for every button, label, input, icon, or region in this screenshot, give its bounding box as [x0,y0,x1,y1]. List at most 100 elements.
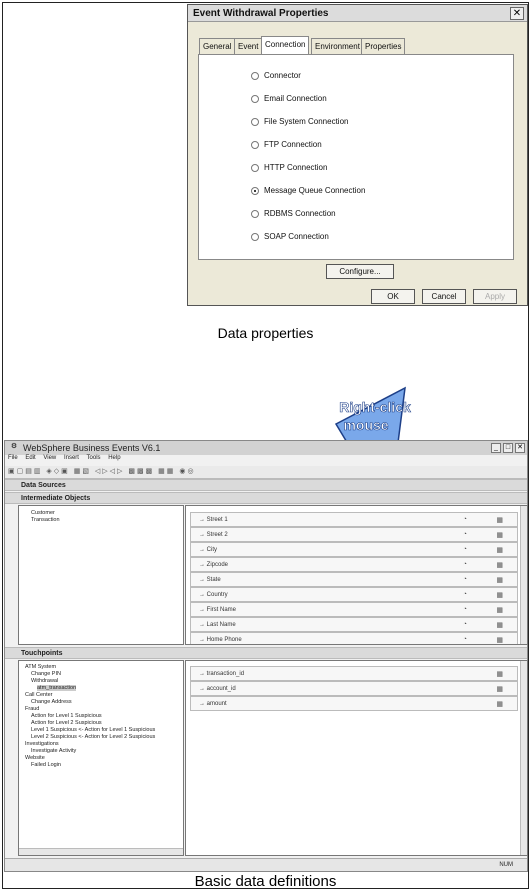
menu-file[interactable]: File [8,455,18,461]
tab-connection[interactable]: Connection [261,36,310,55]
cancel-button[interactable]: Cancel [422,289,466,304]
section-touchpoints[interactable]: Touchpoints [5,647,527,659]
tree-item[interactable]: Level 1 Suspicious <- Action for Level 1… [31,727,155,733]
menu-help[interactable]: Help [108,455,120,461]
menu-view[interactable]: View [43,455,56,461]
vertical-scrollbar[interactable] [520,506,527,644]
radio-soap-connection[interactable]: SOAP Connection [251,232,329,241]
radio-rdbms-connection[interactable]: RDBMS Connection [251,209,336,218]
radio-http-connection[interactable]: HTTP Connection [251,163,327,172]
tree-item[interactable]: Action for Level 2 Suspicious [31,720,102,726]
radio-button[interactable] [251,94,259,103]
tree-item[interactable]: Investigate Activity [31,748,76,754]
radio-message-queue-connection[interactable]: Message Queue Connection [251,186,365,195]
close-icon[interactable]: ✕ [515,443,525,453]
maximize-icon[interactable]: □ [503,443,513,453]
radio-button[interactable] [251,209,259,218]
configure-button[interactable]: Configure... [326,264,394,279]
field-label: Street 2 [206,532,228,538]
field-row[interactable]: → account_id ▦ [190,681,518,696]
edit-icon[interactable]: ◔ [463,531,467,538]
field-row[interactable]: → Street 2 ◔ ▦ [190,527,518,542]
radio-email-connection[interactable]: Email Connection [251,94,327,103]
tab-environment[interactable]: Environment [311,38,364,54]
section-data-sources[interactable]: Data Sources [5,479,527,491]
tree-item-selected[interactable]: atm_transaction [37,685,77,691]
radio-ftp-connection[interactable]: FTP Connection [251,140,322,149]
window-title: WebSphere Business Events V6.1 [5,441,527,455]
close-icon[interactable]: ✕ [510,7,524,20]
tree-item[interactable]: Change PIN [31,671,61,677]
field-row[interactable]: → Zipcode ◔ ▦ [190,557,518,572]
table-icon[interactable]: ▦ [496,561,503,569]
edit-icon[interactable]: ◔ [463,636,467,643]
tree-item[interactable]: Investigations [25,741,59,747]
radio-button[interactable] [251,117,259,126]
radio-button[interactable] [251,71,259,80]
menu-edit[interactable]: Edit [25,455,35,461]
table-icon[interactable]: ▦ [496,700,503,708]
table-icon[interactable]: ▦ [496,606,503,614]
field-label: Country [206,592,228,598]
field-row[interactable]: → Home Phone ◔ ▦ [190,632,518,644]
menu-insert[interactable]: Insert [64,455,79,461]
edit-icon[interactable]: ◔ [463,576,467,583]
edit-icon[interactable]: ◔ [463,591,467,598]
tree-item[interactable]: Website [25,755,45,761]
radio-button-selected[interactable] [251,186,259,195]
field-arrow-icon: → [199,637,207,643]
radio-button[interactable] [251,232,259,241]
radio-label: Message Queue Connection [264,186,366,195]
tab-event[interactable]: Event [234,38,263,54]
radio-button[interactable] [251,163,259,172]
tree-item[interactable]: Fraud [25,706,39,712]
field-row[interactable]: → City ◔ ▦ [190,542,518,557]
menu-bar: File Edit View Insert Tools Help [5,455,527,465]
radio-button[interactable] [251,140,259,149]
horizontal-scrollbar[interactable] [19,848,183,855]
table-icon[interactable]: ▦ [496,516,503,524]
radio-file-system-connection[interactable]: File System Connection [251,117,348,126]
tree-item-transaction[interactable]: Transaction [31,517,60,523]
tree-item[interactable]: Call Center [25,692,53,698]
field-row[interactable]: → Country ◔ ▦ [190,587,518,602]
table-icon[interactable]: ▦ [496,636,503,644]
field-row[interactable]: → Last Name ◔ ▦ [190,617,518,632]
menu-tools[interactable]: Tools [87,455,101,461]
field-label: Street 1 [206,517,228,523]
field-row[interactable]: → amount ▦ [190,696,518,711]
tree-item[interactable]: Withdrawal [31,678,58,684]
tab-general[interactable]: General [199,38,236,54]
tree-item-customer[interactable]: Customer [31,510,55,516]
tree-item[interactable]: Level 2 Suspicious <- Action for Level 2… [31,734,155,740]
section-intermediate-objects[interactable]: Intermediate Objects [5,492,527,504]
edit-icon[interactable]: ◔ [463,546,467,553]
radio-connector[interactable]: Connector [251,71,301,80]
edit-icon[interactable]: ◔ [463,621,467,628]
vertical-scrollbar[interactable] [520,661,527,855]
table-icon[interactable]: ▦ [496,591,503,599]
table-icon[interactable]: ▦ [496,531,503,539]
table-icon[interactable]: ▦ [496,685,503,693]
tab-properties[interactable]: Properties [361,38,406,54]
tree-item[interactable]: Change Address [31,699,72,705]
field-row[interactable]: → transaction_id ▦ [190,666,518,681]
field-row[interactable]: → Street 1 ◔ ▦ [190,512,518,527]
table-icon[interactable]: ▦ [496,576,503,584]
edit-icon[interactable]: ◔ [463,516,467,523]
field-row[interactable]: → State ◔ ▦ [190,572,518,587]
table-icon[interactable]: ▦ [496,670,503,678]
tree-item[interactable]: ATM System [25,664,56,670]
apply-button[interactable]: Apply [473,289,517,304]
tree-item[interactable]: Failed Login [31,762,61,768]
minimize-icon[interactable]: _ [491,443,501,453]
table-icon[interactable]: ▦ [496,546,503,554]
field-label: City [206,547,218,553]
ok-button[interactable]: OK [371,289,415,304]
tree-item[interactable]: Action for Level 1 Suspicious [31,713,102,719]
table-icon[interactable]: ▦ [496,621,503,629]
field-row[interactable]: → First Name ◔ ▦ [190,602,518,617]
field-label: Last Name [206,622,236,628]
edit-icon[interactable]: ◔ [463,561,467,568]
edit-icon[interactable]: ◔ [463,606,467,613]
